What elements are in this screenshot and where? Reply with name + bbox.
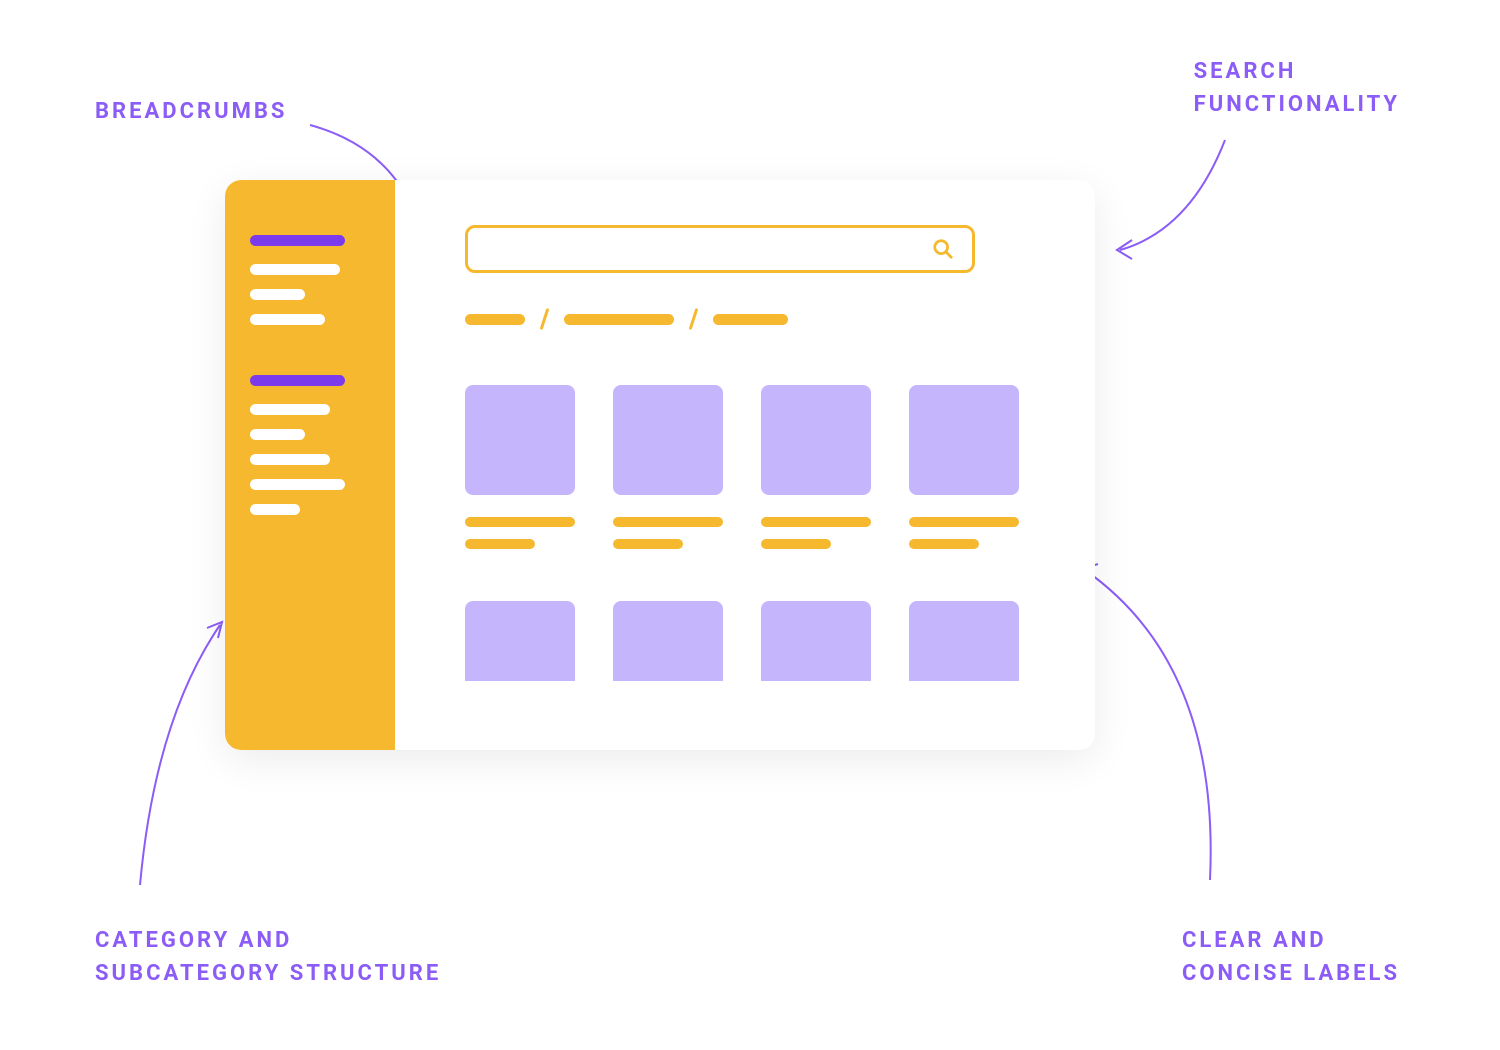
card-label (613, 517, 723, 527)
card-label (909, 517, 1019, 527)
sidebar-subcategory-item[interactable] (250, 429, 305, 440)
card-label (465, 517, 575, 527)
card-label (761, 517, 871, 527)
card-label (465, 539, 535, 549)
sidebar-subcategory-item[interactable] (250, 314, 325, 325)
search-icon (932, 238, 954, 260)
card-thumbnail (761, 601, 871, 681)
sidebar (225, 180, 395, 750)
content-card[interactable] (613, 601, 723, 681)
main-content (395, 180, 1095, 750)
sidebar-subcategory-item[interactable] (250, 479, 345, 490)
content-card[interactable] (761, 385, 871, 561)
annotation-category: CATEGORY ANDSUBCATEGORY STRUCTURE (95, 924, 441, 990)
card-thumbnail (909, 601, 1019, 681)
sidebar-category-header[interactable] (250, 235, 345, 246)
content-grid-row (465, 601, 1040, 681)
annotation-breadcrumbs: BREADCRUMBS (95, 95, 287, 128)
content-card[interactable] (909, 601, 1019, 681)
card-thumbnail (613, 385, 723, 495)
card-label (613, 539, 683, 549)
breadcrumb (465, 308, 1040, 330)
content-grid-row (465, 385, 1040, 561)
sidebar-subcategory-item[interactable] (250, 289, 305, 300)
card-thumbnail (613, 601, 723, 681)
content-card[interactable] (761, 601, 871, 681)
breadcrumb-item[interactable] (564, 314, 674, 325)
card-thumbnail (761, 385, 871, 495)
breadcrumb-separator-icon (540, 308, 550, 330)
card-thumbnail (465, 385, 575, 495)
content-card[interactable] (613, 385, 723, 561)
sidebar-group-2 (250, 375, 370, 515)
annotation-labels: CLEAR ANDCONCISE LABELS (1182, 924, 1400, 990)
content-card[interactable] (465, 385, 575, 561)
search-input[interactable] (465, 225, 975, 273)
sidebar-subcategory-item[interactable] (250, 404, 330, 415)
card-thumbnail (465, 601, 575, 681)
content-card[interactable] (465, 601, 575, 681)
content-card[interactable] (909, 385, 1019, 561)
sidebar-group-1 (250, 235, 370, 325)
card-label (761, 539, 831, 549)
breadcrumb-separator-icon (689, 308, 699, 330)
sidebar-subcategory-item[interactable] (250, 454, 330, 465)
breadcrumb-item[interactable] (713, 314, 788, 325)
breadcrumb-item[interactable] (465, 314, 525, 325)
sidebar-category-header[interactable] (250, 375, 345, 386)
annotation-search: SEARCHFUNCTIONALITY (1194, 55, 1400, 121)
wireframe-mockup (225, 180, 1095, 750)
card-thumbnail (909, 385, 1019, 495)
arrow-search (1100, 135, 1240, 279)
sidebar-subcategory-item[interactable] (250, 504, 300, 515)
sidebar-subcategory-item[interactable] (250, 264, 340, 275)
card-label (909, 539, 979, 549)
